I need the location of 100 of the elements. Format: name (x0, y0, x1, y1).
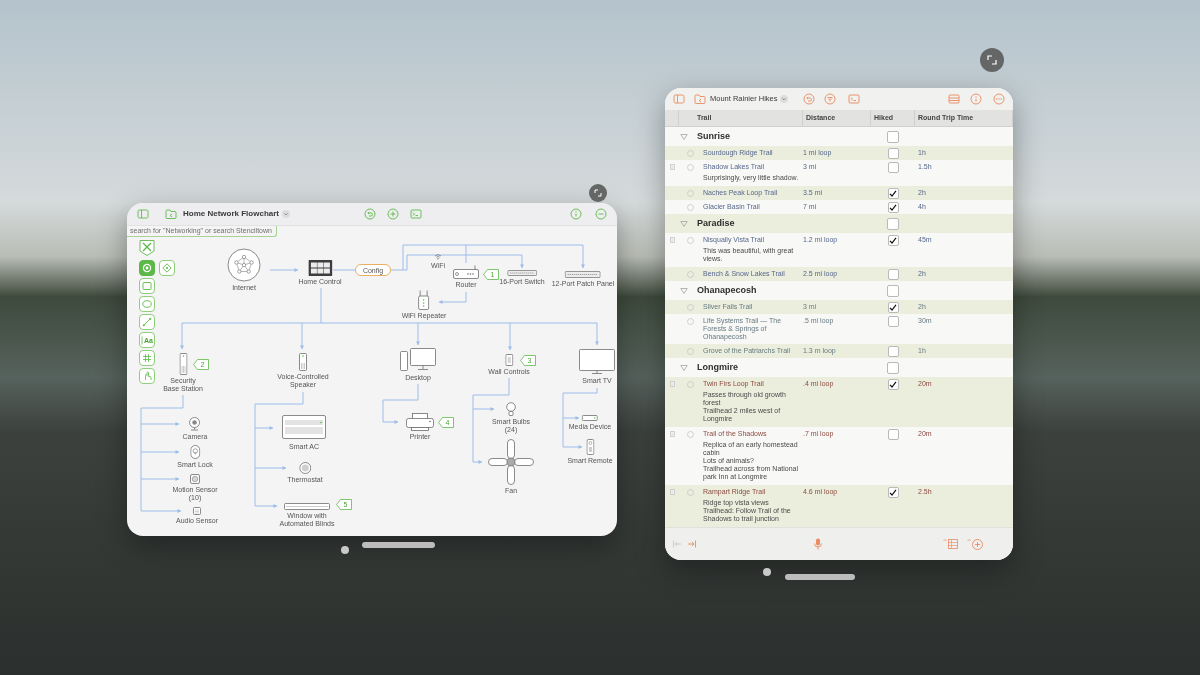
hiked-checkbox[interactable] (887, 161, 899, 173)
microphone-icon[interactable] (813, 538, 823, 550)
checkmark-icon (889, 380, 897, 388)
wifi-repeater-icon (418, 290, 430, 310)
hiked-checkbox[interactable] (887, 486, 899, 498)
media-box-icon (582, 415, 598, 421)
thermostat-icon (299, 462, 311, 474)
control-panel-icon (308, 260, 332, 276)
table-icon[interactable] (943, 538, 959, 550)
note-icon (669, 164, 675, 170)
undo-icon[interactable] (364, 208, 376, 220)
rectangle-icon (142, 281, 152, 291)
row-handle-icon[interactable] (686, 236, 694, 244)
filter-icon[interactable] (823, 93, 836, 105)
undo-icon[interactable] (802, 93, 815, 105)
disclosure-triangle-icon[interactable] (680, 363, 688, 372)
hand-icon (142, 371, 152, 381)
tool-button[interactable] (139, 350, 155, 366)
hiked-checkbox[interactable] (887, 301, 899, 313)
hiked-checkbox[interactable] (887, 130, 899, 143)
row-handle-icon[interactable] (686, 270, 694, 278)
tool-button[interactable] (159, 260, 175, 276)
section-title: Ohanapecosh (697, 283, 757, 297)
hiked-checkbox[interactable] (887, 234, 899, 246)
checkmark-icon (889, 488, 897, 496)
hiked-checkbox[interactable] (887, 428, 899, 440)
note-icon (669, 237, 675, 243)
connector-line (465, 292, 467, 302)
resize-handle-icon[interactable] (980, 48, 1004, 72)
hiked-checkbox[interactable] (887, 268, 899, 280)
chevron-down-icon[interactable] (779, 95, 788, 103)
smart-lock-icon (190, 445, 200, 459)
tool-button[interactable] (139, 368, 155, 384)
indent-icon[interactable] (687, 539, 697, 549)
add-icon[interactable] (387, 208, 399, 220)
console-icon[interactable] (847, 93, 860, 105)
window-grabber[interactable] (785, 574, 855, 580)
folder-icon[interactable] (694, 93, 706, 105)
section-title: Longmire (697, 360, 738, 374)
tool-button[interactable] (139, 278, 155, 294)
desktop-computer-icon (400, 348, 436, 372)
diamond-icon (162, 263, 172, 273)
patch-panel-icon (565, 271, 601, 278)
base-station-icon (179, 353, 187, 375)
tool-button[interactable] (139, 296, 155, 312)
minus-circle-icon[interactable] (595, 208, 607, 220)
smart-speaker-icon (299, 353, 307, 371)
motion-sensor-icon (190, 474, 200, 484)
hiked-checkbox[interactable] (887, 147, 899, 159)
line-icon (142, 317, 152, 327)
air-conditioner-icon (282, 415, 326, 441)
disclosure-triangle-icon[interactable] (680, 286, 688, 295)
remote-control-icon (586, 439, 594, 455)
wall-switch-icon (505, 354, 513, 366)
tool-button[interactable] (139, 260, 155, 276)
checkmark-icon (889, 303, 897, 311)
grid-icon (142, 353, 152, 363)
network-switch-icon (507, 270, 537, 276)
console-icon[interactable] (410, 208, 422, 220)
note-icon (669, 431, 675, 437)
folder-icon[interactable] (165, 208, 177, 220)
hiked-checkbox[interactable] (887, 361, 899, 374)
sidebar-icon[interactable] (137, 208, 149, 220)
note-icon (669, 381, 675, 387)
hiked-checkbox[interactable] (887, 201, 899, 213)
add-icon[interactable] (967, 538, 983, 550)
camera-icon (189, 417, 201, 431)
hiked-checkbox[interactable] (887, 378, 899, 390)
section-title: Paradise (697, 216, 735, 230)
hiked-checkbox[interactable] (887, 345, 899, 357)
info-icon[interactable] (570, 208, 582, 220)
sidebar-icon[interactable] (673, 93, 685, 105)
tool-button[interactable] (139, 314, 155, 330)
target-icon (142, 263, 152, 273)
network-icon (227, 248, 261, 282)
hiked-checkbox[interactable] (887, 187, 899, 199)
note-icon (669, 489, 675, 495)
row-handle-icon[interactable] (686, 347, 694, 355)
disclosure-triangle-icon[interactable] (680, 219, 688, 228)
layout-icon[interactable] (948, 93, 960, 105)
row-handle-icon[interactable] (686, 380, 694, 388)
row-handle-icon[interactable] (686, 488, 694, 496)
close-icon[interactable] (138, 239, 156, 257)
light-bulb-icon (506, 402, 516, 416)
chevron-down-icon[interactable] (282, 210, 290, 218)
wifi-icon (434, 253, 442, 260)
printer-icon (406, 413, 434, 431)
text-cursor-icon (141, 335, 143, 345)
window-grabber[interactable] (362, 542, 435, 548)
disclosure-triangle-icon[interactable] (680, 132, 688, 141)
hiked-checkbox[interactable] (887, 284, 899, 297)
info-icon[interactable] (970, 93, 982, 105)
section-title: Sunrise (697, 129, 730, 143)
hiked-checkbox[interactable] (887, 315, 899, 327)
more-icon[interactable] (993, 93, 1005, 105)
hiked-checkbox[interactable] (887, 217, 899, 230)
ellipse-icon (142, 299, 152, 309)
row-handle-icon[interactable] (686, 430, 694, 438)
resize-handle-icon[interactable] (589, 184, 607, 202)
ceiling-fan-icon (488, 439, 534, 485)
